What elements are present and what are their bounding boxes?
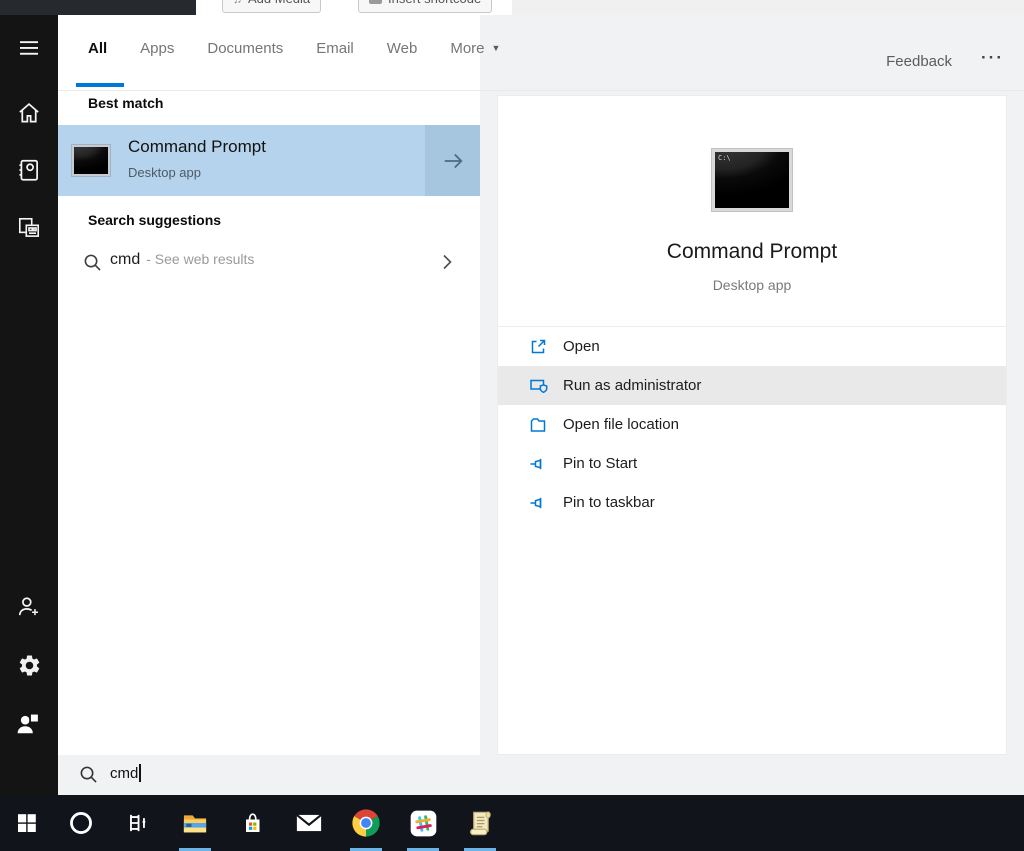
tab-apps[interactable]: Apps xyxy=(140,40,174,57)
admin-shield-icon xyxy=(528,376,548,396)
tab-documents[interactable]: Documents xyxy=(207,40,283,57)
action-run-as-administrator[interactable]: Run as administrator xyxy=(498,366,1006,405)
home-icon xyxy=(16,100,42,126)
preview-title: Command Prompt xyxy=(498,240,1006,264)
text-cursor xyxy=(139,764,141,782)
action-pin-taskbar-label: Pin to taskbar xyxy=(563,494,655,511)
search-icon xyxy=(78,764,99,785)
chrome-icon xyxy=(351,808,381,838)
store-button[interactable] xyxy=(226,795,278,851)
chrome-button[interactable] xyxy=(340,795,392,851)
tab-more-label: More xyxy=(450,40,484,57)
suggestion-hint: - See web results xyxy=(146,251,254,267)
tab-email[interactable]: Email xyxy=(316,40,354,57)
more-options-button[interactable]: ··· xyxy=(981,48,1004,68)
pin-icon xyxy=(528,493,548,513)
cortana-button[interactable] xyxy=(55,795,107,851)
mail-icon xyxy=(294,808,324,838)
shortcode-icon xyxy=(369,0,382,4)
action-pin-to-taskbar[interactable]: Pin to taskbar xyxy=(498,483,1006,522)
open-icon xyxy=(528,337,548,357)
insert-shortcode-label: Insert shortcode xyxy=(388,0,481,6)
best-match-subtitle: Desktop app xyxy=(128,165,201,180)
task-view-icon xyxy=(125,810,151,836)
sidebar-item-user-picture[interactable] xyxy=(0,700,58,748)
windows-logo-icon xyxy=(15,811,39,835)
sidebar-item-add-account[interactable] xyxy=(0,583,58,631)
chevron-down-icon: ▼ xyxy=(492,43,501,53)
file-explorer-button[interactable] xyxy=(169,795,221,851)
cmd-icon-text: C:\ xyxy=(718,154,731,162)
best-match-result[interactable]: Command Prompt Desktop app xyxy=(58,125,480,196)
action-open-location-label: Open file location xyxy=(563,416,679,433)
preview-subtitle: Desktop app xyxy=(498,277,1006,293)
mail-button[interactable] xyxy=(283,795,335,851)
suggestion-query: cmd xyxy=(110,251,140,268)
file-explorer-icon xyxy=(181,809,209,837)
action-pin-to-start[interactable]: Pin to Start xyxy=(498,444,1006,483)
best-match-title: Command Prompt xyxy=(128,137,266,157)
header-divider xyxy=(58,90,1024,91)
suggestions-heading: Search suggestions xyxy=(88,212,221,228)
start-button[interactable] xyxy=(1,795,53,851)
taskbar xyxy=(0,795,1024,851)
search-input-value[interactable]: cmd xyxy=(110,765,138,782)
suggestion-row[interactable]: cmd - See web results xyxy=(58,240,480,286)
hamburger-menu-button[interactable] xyxy=(0,24,58,72)
context-actions: Open Run as administrator Open file loca… xyxy=(498,327,1006,522)
command-prompt-large-icon: C:\ xyxy=(712,149,792,211)
flyout-sidebar xyxy=(0,15,58,795)
preview-panel: C:\ Command Prompt Desktop app Open Run … xyxy=(497,95,1007,755)
command-prompt-icon xyxy=(72,145,110,176)
action-open-label: Open xyxy=(563,338,600,355)
folder-icon xyxy=(528,415,548,435)
search-box[interactable]: cmd xyxy=(58,755,1024,795)
background-webpage: ♫ Add Media Insert shortcode xyxy=(0,0,1024,15)
add-account-icon xyxy=(16,594,42,620)
sidebar-item-journal[interactable] xyxy=(0,146,58,194)
user-picture-icon xyxy=(16,711,42,737)
gear-icon xyxy=(17,653,42,678)
devices-icon xyxy=(16,215,42,241)
add-media-label: Add Media xyxy=(248,0,310,6)
sidebar-item-settings[interactable] xyxy=(0,641,58,689)
best-match-heading: Best match xyxy=(88,95,163,111)
action-open-file-location[interactable]: Open file location xyxy=(498,405,1006,444)
store-icon xyxy=(239,810,266,837)
pin-icon xyxy=(528,454,548,474)
chevron-right-icon[interactable] xyxy=(436,251,458,273)
slack-button[interactable] xyxy=(397,795,449,851)
active-tab-indicator xyxy=(76,83,124,87)
slack-icon xyxy=(409,809,438,838)
sidebar-item-devices[interactable] xyxy=(0,204,58,252)
task-view-button[interactable] xyxy=(112,795,164,851)
expand-preview-button[interactable] xyxy=(425,125,480,196)
add-media-button[interactable]: ♫ Add Media xyxy=(222,0,321,13)
arrow-right-icon xyxy=(440,148,466,174)
action-pin-start-label: Pin to Start xyxy=(563,455,637,472)
search-icon xyxy=(82,252,103,273)
journal-icon xyxy=(16,157,42,183)
cortana-circle-icon xyxy=(68,810,94,836)
search-flyout: All Apps Documents Email Web More ▼ Feed… xyxy=(0,15,1024,795)
media-notes-icon: ♫ xyxy=(233,0,242,6)
tab-more[interactable]: More ▼ xyxy=(450,40,500,57)
scroll-icon xyxy=(465,808,495,838)
hamburger-icon xyxy=(17,36,41,60)
action-run-admin-label: Run as administrator xyxy=(563,377,701,394)
action-open[interactable]: Open xyxy=(498,327,1006,366)
scroll-app-button[interactable] xyxy=(454,795,506,851)
insert-shortcode-button[interactable]: Insert shortcode xyxy=(358,0,492,13)
wp-admin-bar xyxy=(0,0,196,15)
tab-web[interactable]: Web xyxy=(387,40,418,57)
sidebar-item-home[interactable] xyxy=(0,89,58,137)
feedback-link[interactable]: Feedback xyxy=(886,53,952,70)
tab-all[interactable]: All xyxy=(88,40,107,57)
search-filter-tabs: All Apps Documents Email Web More ▼ xyxy=(88,28,500,68)
